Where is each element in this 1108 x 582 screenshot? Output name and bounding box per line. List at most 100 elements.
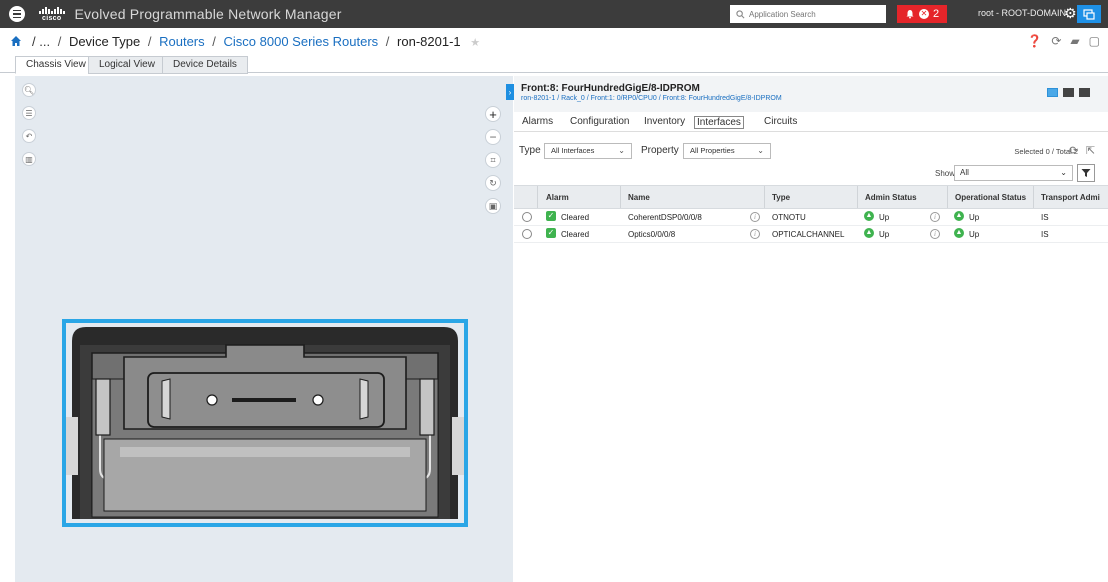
component-details-pane: Front:8: FourHundredGigE/8-IDPROM ron-82… [514,76,1108,582]
alarm-cell: Cleared [561,230,590,239]
export-icon[interactable]: ⇱ [1086,144,1095,157]
alarm-summary-badge[interactable]: ✕ 2 [897,5,947,23]
breadcrumb-device: ron-8201-1 [397,33,461,49]
home-icon[interactable] [10,35,22,47]
application-search[interactable] [730,5,886,23]
tab-alarms[interactable]: Alarms [522,116,553,127]
shortcut-panel-button[interactable] [1077,5,1101,23]
zoom-icon[interactable]: 🔍︎ [22,83,36,97]
info-icon[interactable]: i [750,212,760,222]
tab-device-details[interactable]: Device Details [162,56,248,74]
alarm-count: 2 [932,8,940,20]
show-label: Show [935,169,956,178]
up-arrow-icon: ▲ [864,211,874,221]
tab-interfaces[interactable]: Interfaces [694,116,744,129]
gear-icon[interactable]: ⚙ [1064,6,1077,20]
col-name[interactable]: Name [628,193,650,202]
show-value: All [960,168,969,177]
component-title: Front:8: FourHundredGigE/8-IDPROM [521,83,700,94]
help-icon[interactable]: ❓ [1027,34,1042,48]
transport-admin-cell: IS [1041,230,1049,239]
type-filter-select[interactable]: All Interfaces ⌄ [544,143,632,159]
filter-button[interactable] [1077,164,1095,182]
alarm-cell: Cleared [561,213,590,222]
table-row[interactable]: ✓ Cleared Optics0/0/0/8 i OPTICALCHANNEL… [514,226,1108,243]
operational-status-cell: Up [969,213,980,222]
rotate-icon[interactable]: ↻ [485,175,501,191]
split-view-icon[interactable] [1047,88,1058,97]
user-domain-label[interactable]: root - ROOT-DOMAIN [978,8,1066,18]
refresh-icon[interactable]: ⟳ [1051,34,1061,48]
app-title: Evolved Programmable Network Manager [74,6,342,22]
collapse-panel-button[interactable]: › [506,84,514,100]
type-filter-label: Type [519,145,541,156]
snapshot-icon[interactable]: ▣ [485,198,501,214]
fit-icon[interactable]: ⌗ [485,152,501,168]
full-view-icon[interactable] [1079,88,1090,97]
tab-circuits[interactable]: Circuits [764,116,797,127]
breadcrumb-routers[interactable]: Routers [159,34,205,49]
show-select[interactable]: All ⌄ [954,165,1073,181]
zoom-out-icon[interactable]: − [485,129,501,145]
tab-chassis-view[interactable]: Chassis View [15,56,97,74]
filter-row: Type All Interfaces ⌄ Property All Prope… [514,142,1108,162]
row-select-radio[interactable] [522,212,532,222]
undo-icon[interactable]: ↶ [22,129,36,143]
hamburger-menu-icon[interactable] [9,6,25,22]
optic-port-image[interactable] [62,319,468,527]
favorite-star-icon[interactable]: ★ [470,37,480,49]
info-icon[interactable]: i [750,229,760,239]
cleared-check-icon: ✓ [546,228,556,238]
interfaces-table: Alarm Name Type Admin Status Operational… [514,185,1108,243]
chevron-down-icon: ⌄ [757,146,764,155]
breadcrumb: / ... / Device Type / Routers / Cisco 80… [0,28,1108,54]
chart-icon[interactable]: ▥ [22,152,36,166]
show-filter-row: Show All ⌄ [514,164,1108,184]
tab-configuration[interactable]: Configuration [570,116,629,127]
info-icon[interactable]: i [930,229,940,239]
col-operational-status[interactable]: Operational Status [955,193,1026,202]
tab-inventory[interactable]: Inventory [644,116,685,127]
cisco-wordmark: cisco [42,14,62,22]
breadcrumb-series[interactable]: Cisco 8000 Series Routers [224,34,379,49]
details-header: Front:8: FourHundredGigE/8-IDPROM ron-82… [514,76,1108,112]
zoom-in-icon[interactable]: + [485,106,501,122]
admin-status-cell: Up [879,230,890,239]
funnel-icon [1081,169,1091,177]
admin-status-cell: Up [879,213,890,222]
details-tabs: Alarms Configuration Inventory Interface… [514,114,1108,132]
col-alarm[interactable]: Alarm [546,193,569,202]
refresh-table-icon[interactable]: ⟳ [1069,144,1078,157]
half-view-icon[interactable] [1063,88,1074,97]
property-filter-label: Property [641,145,679,156]
panel-icon[interactable]: ▢ [1089,34,1100,48]
type-cell: OPTICALCHANNEL [772,230,845,239]
component-path[interactable]: ron-8201-1 / Rack_0 / Front:1: 0/RP0/CPU… [521,95,782,102]
layout-toggles [1047,88,1090,97]
table-header: Alarm Name Type Admin Status Operational… [514,185,1108,209]
row-select-radio[interactable] [522,229,532,239]
info-icon[interactable]: i [930,212,940,222]
col-admin-status[interactable]: Admin Status [865,193,917,202]
property-filter-value: All Properties [690,146,735,155]
bell-icon [906,10,914,19]
search-input[interactable] [749,9,869,19]
chat-icon[interactable]: ▰ [1070,34,1079,48]
list-icon[interactable]: ☰ [22,106,36,120]
col-type[interactable]: Type [772,193,790,202]
up-arrow-icon: ▲ [954,228,964,238]
cisco-logo: cisco [39,6,65,22]
app-header: cisco Evolved Programmable Network Manag… [0,0,1108,28]
critical-alarm-icon: ✕ [918,9,929,19]
type-cell: OTNOTU [772,213,806,222]
operational-status-cell: Up [969,230,980,239]
property-filter-select[interactable]: All Properties ⌄ [683,143,771,159]
col-transport-admin[interactable]: Transport Admi [1041,193,1100,202]
breadcrumb-device-type[interactable]: Device Type [69,34,140,49]
table-row[interactable]: ✓ Cleared CoherentDSP0/0/0/8 i OTNOTU ▲ … [514,209,1108,226]
breadcrumb-ellipsis[interactable]: / ... [32,34,50,49]
transport-admin-cell: IS [1041,213,1049,222]
name-cell: CoherentDSP0/0/0/8 [628,213,702,222]
chevron-down-icon: ⌄ [618,146,625,155]
tab-logical-view[interactable]: Logical View [88,56,166,74]
